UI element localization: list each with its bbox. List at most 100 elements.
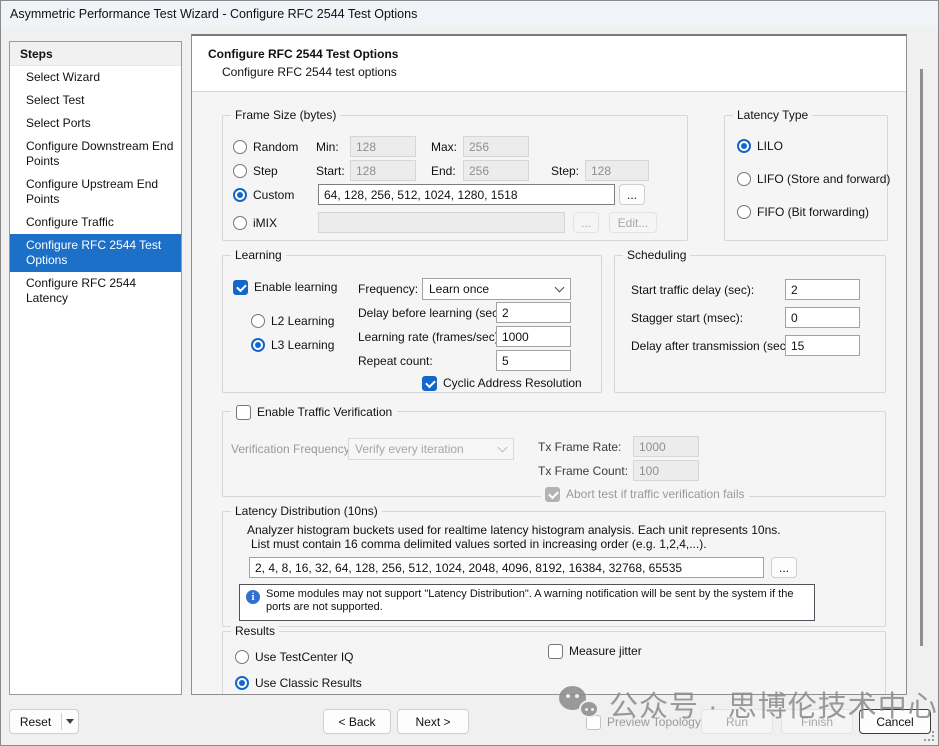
latency-distribution-desc-1: Analyzer histogram buckets used for real…: [247, 523, 781, 537]
window-titlebar: Asymmetric Performance Test Wizard - Con…: [1, 1, 938, 27]
end-input: [463, 160, 529, 181]
scheduling-group-label: Scheduling: [623, 248, 690, 262]
fifo-radio[interactable]: [737, 205, 751, 219]
cancel-button[interactable]: Cancel: [859, 709, 931, 734]
abort-test-label: Abort test if traffic verification fails: [566, 487, 745, 501]
tx-frame-rate-label: Tx Frame Rate:: [538, 440, 621, 454]
next-button[interactable]: Next >: [397, 709, 469, 734]
use-testcenter-iq-radio[interactable]: [235, 650, 249, 664]
stagger-start-label: Stagger start (msec):: [631, 311, 743, 325]
frame-size-group: Frame Size (bytes) Random Min: Max: Step…: [222, 115, 688, 241]
footer-bar: Reset < Back Next > Preview Topology Run…: [1, 701, 939, 746]
imix-input: [318, 212, 565, 233]
l3-learning-label: L3 Learning: [271, 338, 334, 352]
stagger-start-input[interactable]: [785, 307, 860, 328]
delay-before-learning-label: Delay before learning (sec):: [358, 306, 505, 320]
latency-type-group: Latency Type LILO LIFO (Store and forwar…: [724, 115, 888, 241]
imix-radio[interactable]: [233, 216, 247, 230]
step-radio[interactable]: [233, 164, 247, 178]
random-radio[interactable]: [233, 140, 247, 154]
finish-button: Finish: [781, 709, 853, 734]
delay-before-learning-input[interactable]: [496, 302, 571, 323]
custom-frame-sizes-input[interactable]: [318, 184, 615, 205]
resize-grip-icon[interactable]: [924, 731, 934, 741]
sidebar-item-configure-downstream-end-points[interactable]: Configure Downstream End Points: [10, 135, 181, 173]
preview-topology-label: Preview Topology: [607, 715, 701, 729]
min-input: [350, 136, 416, 157]
wizard-window: Asymmetric Performance Test Wizard - Con…: [0, 0, 939, 746]
learning-rate-input[interactable]: [496, 326, 571, 347]
learning-group-label: Learning: [231, 248, 286, 262]
use-classic-results-label: Use Classic Results: [255, 676, 362, 690]
custom-browse-button[interactable]: ...: [619, 184, 645, 205]
l2-learning-label: L2 Learning: [271, 314, 334, 328]
page-subtitle: Configure RFC 2544 test options: [222, 65, 397, 79]
main-panel: Configure RFC 2544 Test Options Configur…: [191, 34, 907, 695]
lifo-radio[interactable]: [737, 172, 751, 186]
delay-after-transmission-input[interactable]: [785, 335, 860, 356]
tx-frame-count-input: [633, 460, 699, 481]
back-button[interactable]: < Back: [323, 709, 391, 734]
start-traffic-delay-input[interactable]: [785, 279, 860, 300]
use-classic-results-radio[interactable]: [235, 676, 249, 690]
latency-distribution-browse-button[interactable]: ...: [771, 557, 797, 578]
frequency-label: Frequency:: [358, 282, 418, 296]
measure-jitter-checkbox[interactable]: [548, 644, 563, 659]
imix-radio-label: iMIX: [253, 216, 277, 230]
cyclic-address-resolution-label: Cyclic Address Resolution: [443, 376, 582, 390]
results-group: Results Use TestCenter IQ Use Classic Re…: [222, 631, 886, 695]
tx-frame-count-label: Tx Frame Count:: [538, 464, 628, 478]
vertical-scrollbar[interactable]: [920, 69, 923, 646]
info-icon: i: [246, 590, 260, 604]
delay-after-transmission-label: Delay after transmission (sec):: [631, 339, 793, 353]
sidebar-item-configure-traffic[interactable]: Configure Traffic: [10, 211, 181, 234]
scheduling-group: Scheduling Start traffic delay (sec): St…: [614, 255, 886, 393]
measure-jitter-label: Measure jitter: [569, 644, 642, 658]
reset-split-button[interactable]: Reset: [9, 709, 79, 734]
start-traffic-delay-label: Start traffic delay (sec):: [631, 283, 754, 297]
traffic-verification-group: Enable Traffic Verification Verification…: [222, 411, 886, 497]
lilo-radio[interactable]: [737, 139, 751, 153]
l3-learning-radio[interactable]: [251, 338, 265, 352]
reset-dropdown-button[interactable]: [62, 719, 78, 724]
sidebar-item-configure-upstream-end-points[interactable]: Configure Upstream End Points: [10, 173, 181, 211]
latency-distribution-info-text: Some modules may not support "Latency Di…: [266, 588, 794, 613]
frequency-value: Learn once: [429, 282, 489, 296]
page-title: Configure RFC 2544 Test Options: [208, 47, 398, 61]
preview-topology-checkbox: [586, 715, 601, 730]
imix-edit-button: Edit...: [609, 212, 657, 233]
imix-browse-button: ...: [573, 212, 599, 233]
window-title: Asymmetric Performance Test Wizard - Con…: [10, 7, 417, 21]
latency-distribution-input[interactable]: [249, 557, 764, 578]
verification-frequency-label: Verification Frequency:: [231, 442, 353, 456]
min-label: Min:: [316, 140, 339, 154]
random-radio-label: Random: [253, 140, 298, 154]
step-radio-label: Step: [253, 164, 278, 178]
max-label: Max:: [431, 140, 457, 154]
sidebar-item-select-wizard[interactable]: Select Wizard: [10, 66, 181, 89]
sidebar-item-configure-rfc-2544-latency[interactable]: Configure RFC 2544 Latency: [10, 272, 181, 310]
repeat-count-input[interactable]: [496, 350, 571, 371]
learning-group: Learning Enable learning L2 Learning L3 …: [222, 255, 602, 393]
abort-test-checkbox: [545, 487, 560, 502]
lilo-radio-label: LILO: [757, 139, 783, 153]
sidebar-item-select-test[interactable]: Select Test: [10, 89, 181, 112]
learning-rate-label: Learning rate (frames/sec):: [358, 330, 502, 344]
page-header: Configure RFC 2544 Test Options Configur…: [192, 36, 906, 92]
frequency-select[interactable]: Learn once: [422, 278, 571, 300]
cyclic-address-resolution-checkbox[interactable]: [422, 376, 437, 391]
reset-button[interactable]: Reset: [10, 715, 61, 729]
custom-radio[interactable]: [233, 188, 247, 202]
enable-traffic-verification-checkbox[interactable]: [236, 405, 251, 420]
step-size-label: Step:: [551, 164, 579, 178]
latency-distribution-info-box: i Some modules may not support "Latency …: [239, 584, 815, 621]
chevron-down-icon: [498, 442, 508, 452]
sidebar-item-configure-rfc-2544-test-options[interactable]: Configure RFC 2544 Test Options: [10, 234, 181, 272]
max-input: [463, 136, 529, 157]
end-label: End:: [431, 164, 456, 178]
sidebar-item-select-ports[interactable]: Select Ports: [10, 112, 181, 135]
enable-learning-checkbox[interactable]: [233, 280, 248, 295]
l2-learning-radio[interactable]: [251, 314, 265, 328]
latency-distribution-group-label: Latency Distribution (10ns): [231, 504, 382, 518]
repeat-count-label: Repeat count:: [358, 354, 433, 368]
